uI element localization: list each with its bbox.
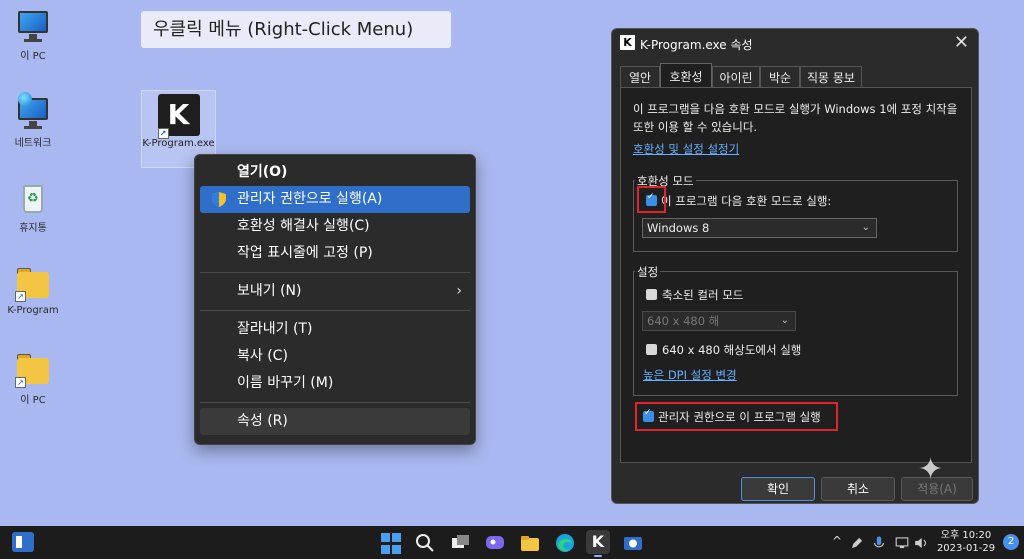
context-menu: 열기(O) 관리자 권한으로 실행(A) 호환성 해결사 실행(C) 작업 표시…	[194, 154, 476, 445]
desktop-icon-network[interactable]: 네트워크	[0, 92, 66, 149]
properties-dialog: K K-Program.exe 속성 ✕ 열안 호환성 아이린 박순 직몽 몽보…	[611, 28, 979, 504]
notification-badge[interactable]: 2	[1003, 534, 1019, 550]
k-program-icon: K ↗	[157, 94, 200, 139]
menu-separator	[200, 402, 470, 403]
run-as-admin-checkbox[interactable]	[643, 408, 654, 422]
cancel-button[interactable]: 취소	[821, 477, 895, 501]
menu-item-rename[interactable]: 이름 바꾸기 (M)	[200, 370, 470, 397]
desktop-icon-label: 네트워크	[14, 138, 52, 149]
compat-description: 이 프로그램을 다음 호환 모드로 실행가 Windows 1에 포정 치작을 …	[633, 102, 958, 134]
volume-icon[interactable]	[913, 535, 929, 551]
page-title: 우클릭 메뉴 (Right-Click Menu)	[141, 11, 451, 48]
compat-troubleshooter-link[interactable]: 호환성 및 설정 설정기	[633, 141, 739, 157]
desktop-icon-this-pc[interactable]: 이 PC	[0, 8, 66, 62]
network-icon[interactable]	[894, 535, 910, 551]
menu-item-properties[interactable]: 속성 (R)	[200, 408, 470, 435]
desktop-icon-label: K-Program	[7, 305, 59, 316]
close-icon[interactable]: ✕	[954, 32, 969, 53]
taskbar: K ^ 오후 10:20 2023-01-29 2	[0, 526, 1024, 559]
chevron-down-icon: ⌄	[780, 315, 789, 326]
desktop-icon-label: 휴지통	[19, 223, 47, 234]
tab-security[interactable]: 아이린	[712, 66, 760, 88]
folder-shortcut-icon: ↗	[15, 266, 51, 302]
start-icon[interactable]	[381, 533, 403, 555]
sparkle-icon: ✦	[918, 452, 944, 487]
microphone-icon[interactable]	[871, 535, 887, 551]
k-program-icon: K	[591, 532, 605, 551]
menu-separator	[200, 272, 470, 273]
chevron-down-icon: ⌄	[861, 222, 870, 233]
reduced-color-checkbox[interactable]	[646, 289, 657, 300]
reduced-color-label: 축소된 컬러 모드	[662, 288, 744, 302]
widgets-icon[interactable]	[12, 532, 34, 552]
low-res-label: 640 x 480 해상도에서 실행	[662, 343, 802, 357]
color-mode-select[interactable]: 640 x 480 해 ⌄	[642, 311, 796, 331]
capture-icon[interactable]	[622, 532, 644, 554]
compat-os-select[interactable]: Windows 8 ⌄	[642, 218, 877, 238]
menu-item-pin-taskbar[interactable]: 작업 표시줄에 고정 (P)	[200, 240, 470, 267]
desktop-icon-label: 이 PC	[20, 51, 46, 62]
edge-icon[interactable]	[554, 532, 576, 554]
dialog-title: K-Program.exe 속성	[640, 38, 753, 52]
tray-overflow-icon[interactable]: ^	[832, 534, 842, 548]
pen-icon[interactable]	[849, 535, 865, 551]
clock-time: 오후 10:20	[940, 530, 992, 541]
clock-date: 2023-01-29	[936, 543, 996, 554]
low-res-checkbox[interactable]	[646, 344, 657, 355]
menu-item-run-as-admin[interactable]: 관리자 권한으로 실행(A)	[200, 186, 470, 213]
compat-mode-label: 이 프로그램 다음 호환 모드로 실행:	[661, 194, 832, 208]
tab-general[interactable]: 열안	[620, 66, 660, 88]
tab-details[interactable]: 박순	[760, 66, 800, 88]
high-dpi-link[interactable]: 높은 DPI 설정 변경	[643, 367, 737, 383]
ok-button[interactable]: 확인	[741, 477, 815, 501]
menu-item-open[interactable]: 열기(O)	[200, 159, 470, 186]
k-program-taskbar-button[interactable]: K	[586, 530, 610, 557]
menu-item-send-to[interactable]: 보내기 (N) ›	[200, 278, 470, 305]
compat-mode-group	[633, 180, 958, 252]
app-icon: K	[620, 35, 635, 50]
folder-shortcut-icon: ↗	[15, 352, 51, 388]
tab-compatibility[interactable]: 호환성	[660, 63, 712, 89]
tab-previous-versions[interactable]: 직몽 몽보	[800, 66, 862, 88]
monitor-icon	[15, 8, 51, 44]
uac-shield-icon	[212, 192, 226, 207]
menu-separator	[200, 310, 470, 311]
compatibility-panel: 이 프로그램을 다음 호환 모드로 실행가 Windows 1에 포정 치작을 …	[620, 87, 972, 463]
desktop-icon-label: K-Program.exe	[142, 138, 215, 149]
settings-group-title: 설정	[635, 264, 661, 280]
network-icon	[15, 92, 51, 131]
dialog-titlebar[interactable]: K K-Program.exe 속성 ✕	[612, 29, 978, 57]
task-view-icon[interactable]	[449, 532, 471, 554]
chevron-right-icon: ›	[456, 283, 462, 299]
clock[interactable]: 오후 10:20 2023-01-29	[936, 529, 996, 555]
menu-item-copy[interactable]: 복사 (C)	[200, 343, 470, 370]
menu-item-troubleshoot-compat[interactable]: 호환성 해결사 실행(C)	[200, 213, 470, 240]
desktop-icon-this-pc-folder[interactable]: ↗ 이 PC	[0, 352, 66, 406]
recycle-bin-icon	[15, 180, 51, 216]
highlight-box	[637, 186, 666, 213]
desktop-icon-label: 이 PC	[20, 395, 46, 406]
search-icon[interactable]	[414, 532, 436, 554]
desktop-icon-k-program-folder[interactable]: ↗ K-Program	[0, 266, 66, 316]
desktop-icon-recycle-bin[interactable]: 휴지통	[0, 180, 66, 234]
chat-icon[interactable]	[484, 532, 506, 554]
run-as-admin-label: 관리자 권한으로 이 프로그램 실행	[658, 410, 821, 424]
menu-item-cut[interactable]: 잘라내기 (T)	[200, 316, 470, 343]
file-explorer-icon[interactable]	[519, 532, 541, 554]
